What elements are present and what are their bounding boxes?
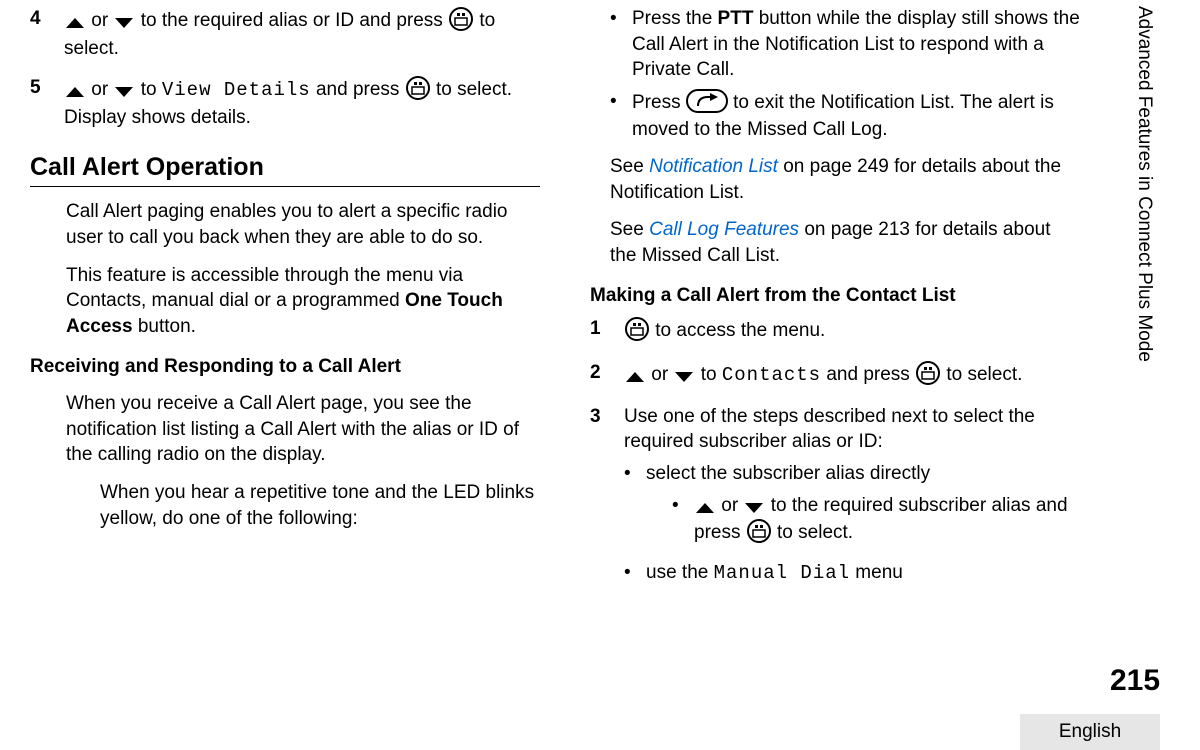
down-arrow-icon (113, 77, 135, 103)
text: to select. (431, 79, 512, 100)
text: and press (821, 364, 915, 385)
text: menu (850, 562, 903, 583)
text: and press (311, 79, 405, 100)
back-button-icon (686, 89, 728, 117)
bullet-icon: • (624, 461, 646, 554)
step-body: or to the required alias or ID and press… (64, 6, 540, 61)
step-4: 4 or to the required alias or ID and pre… (30, 6, 540, 61)
subheading-making-call-alert: Making a Call Alert from the Contact Lis… (590, 283, 1080, 309)
up-arrow-icon (624, 362, 646, 388)
heading-call-alert-operation: Call Alert Operation (30, 151, 540, 188)
bullet-list: • Press the PTT button while the display… (610, 6, 1080, 142)
step-1: 1 to access the menu. (590, 316, 1080, 346)
step-number: 4 (30, 6, 64, 61)
ok-button-icon (405, 75, 431, 105)
bold-text: PTT (718, 8, 754, 29)
text: select the subscriber alias directly (646, 463, 930, 484)
text: use the Manual Dial menu (646, 560, 1080, 587)
text: use the (646, 562, 714, 583)
text: Press (632, 92, 686, 113)
text: See (610, 219, 649, 240)
bullet-icon: • (610, 6, 632, 83)
paragraph: This feature is accessible through the m… (66, 263, 540, 340)
step-5: 5 or to View Details and press to select… (30, 75, 540, 130)
bullet-icon: • (610, 89, 632, 142)
bullet-list: • select the subscriber alias directly •… (624, 461, 1080, 587)
step-body: to access the menu. (624, 316, 1080, 346)
menu-text: Contacts (722, 364, 821, 386)
paragraph: When you hear a repetitive tone and the … (100, 480, 540, 531)
link-call-log-features[interactable]: Call Log Features (649, 219, 799, 240)
paragraph: When you receive a Call Alert page, you … (66, 391, 540, 468)
text: Press the PTT button while the display s… (632, 6, 1080, 83)
bullet-icon: • (672, 493, 694, 548)
ok-button-icon (624, 316, 650, 346)
subheading-receiving: Receiving and Responding to a Call Alert (30, 354, 540, 380)
down-arrow-icon (113, 8, 135, 34)
step-body: Use one of the steps described next to s… (624, 404, 1080, 593)
menu-text: Manual Dial (714, 562, 850, 584)
list-item: • or to the required subscriber alias an… (672, 493, 1080, 548)
link-notification-list[interactable]: Notification List (649, 156, 778, 177)
list-item: • Press to exit the Notification List. T… (610, 89, 1080, 142)
text: or (646, 364, 673, 385)
text: This feature is accessible through the m… (66, 265, 463, 312)
text: select the subscriber alias directly • o… (646, 461, 1080, 554)
page-number: 215 (1110, 664, 1160, 698)
left-column: 4 or to the required alias or ID and pre… (30, 0, 570, 750)
list-item: • select the subscriber alias directly •… (624, 461, 1080, 554)
list-item: • Press the PTT button while the display… (610, 6, 1080, 83)
sidebar: Advanced Features in Connect Plus Mode 2… (1110, 0, 1160, 750)
ok-button-icon (915, 360, 941, 390)
up-arrow-icon (694, 493, 716, 519)
text: or (86, 10, 113, 31)
text: See (610, 156, 649, 177)
step-3: 3 Use one of the steps described next to… (590, 404, 1080, 593)
language-tab: English (1020, 714, 1160, 750)
up-arrow-icon (64, 77, 86, 103)
step-body: or to View Details and press to select. … (64, 75, 540, 130)
down-arrow-icon (743, 493, 765, 519)
step-number: 3 (590, 404, 624, 593)
text: Press the (632, 8, 718, 29)
step-number: 2 (590, 360, 624, 390)
down-arrow-icon (673, 362, 695, 388)
text: Use one of the steps described next to s… (624, 404, 1080, 455)
ok-button-icon (746, 518, 772, 548)
paragraph: See Call Log Features on page 213 for de… (610, 217, 1080, 268)
text: or to the required subscriber alias and … (694, 493, 1080, 548)
page: 4 or to the required alias or ID and pre… (0, 0, 1200, 750)
text: Display shows details. (64, 105, 540, 131)
list-item: • use the Manual Dial menu (624, 560, 1080, 587)
step-body: or to Contacts and press to select. (624, 360, 1080, 390)
right-column: • Press the PTT button while the display… (570, 0, 1110, 750)
chapter-tab: Advanced Features in Connect Plus Mode (1124, 0, 1160, 430)
text: to select. (941, 364, 1022, 385)
menu-text: View Details (162, 79, 311, 101)
text: button. (133, 316, 196, 337)
text: or (716, 495, 743, 516)
text: to the required alias or ID and press (135, 10, 448, 31)
text: to access the menu. (650, 320, 825, 341)
step-number: 5 (30, 75, 64, 130)
text: to (135, 79, 161, 100)
step-number: 1 (590, 316, 624, 346)
sub-bullet-list: • or to the required subscriber alias an… (672, 493, 1080, 548)
text: Press to exit the Notification List. The… (632, 89, 1080, 142)
step-2: 2 or to Contacts and press to select. (590, 360, 1080, 390)
text: or (86, 79, 113, 100)
ok-button-icon (448, 6, 474, 36)
bullet-icon: • (624, 560, 646, 587)
paragraph: Call Alert paging enables you to alert a… (66, 199, 540, 250)
paragraph: See Notification List on page 249 for de… (610, 154, 1080, 205)
text: to (695, 364, 721, 385)
up-arrow-icon (64, 8, 86, 34)
text: to select. (772, 522, 853, 543)
